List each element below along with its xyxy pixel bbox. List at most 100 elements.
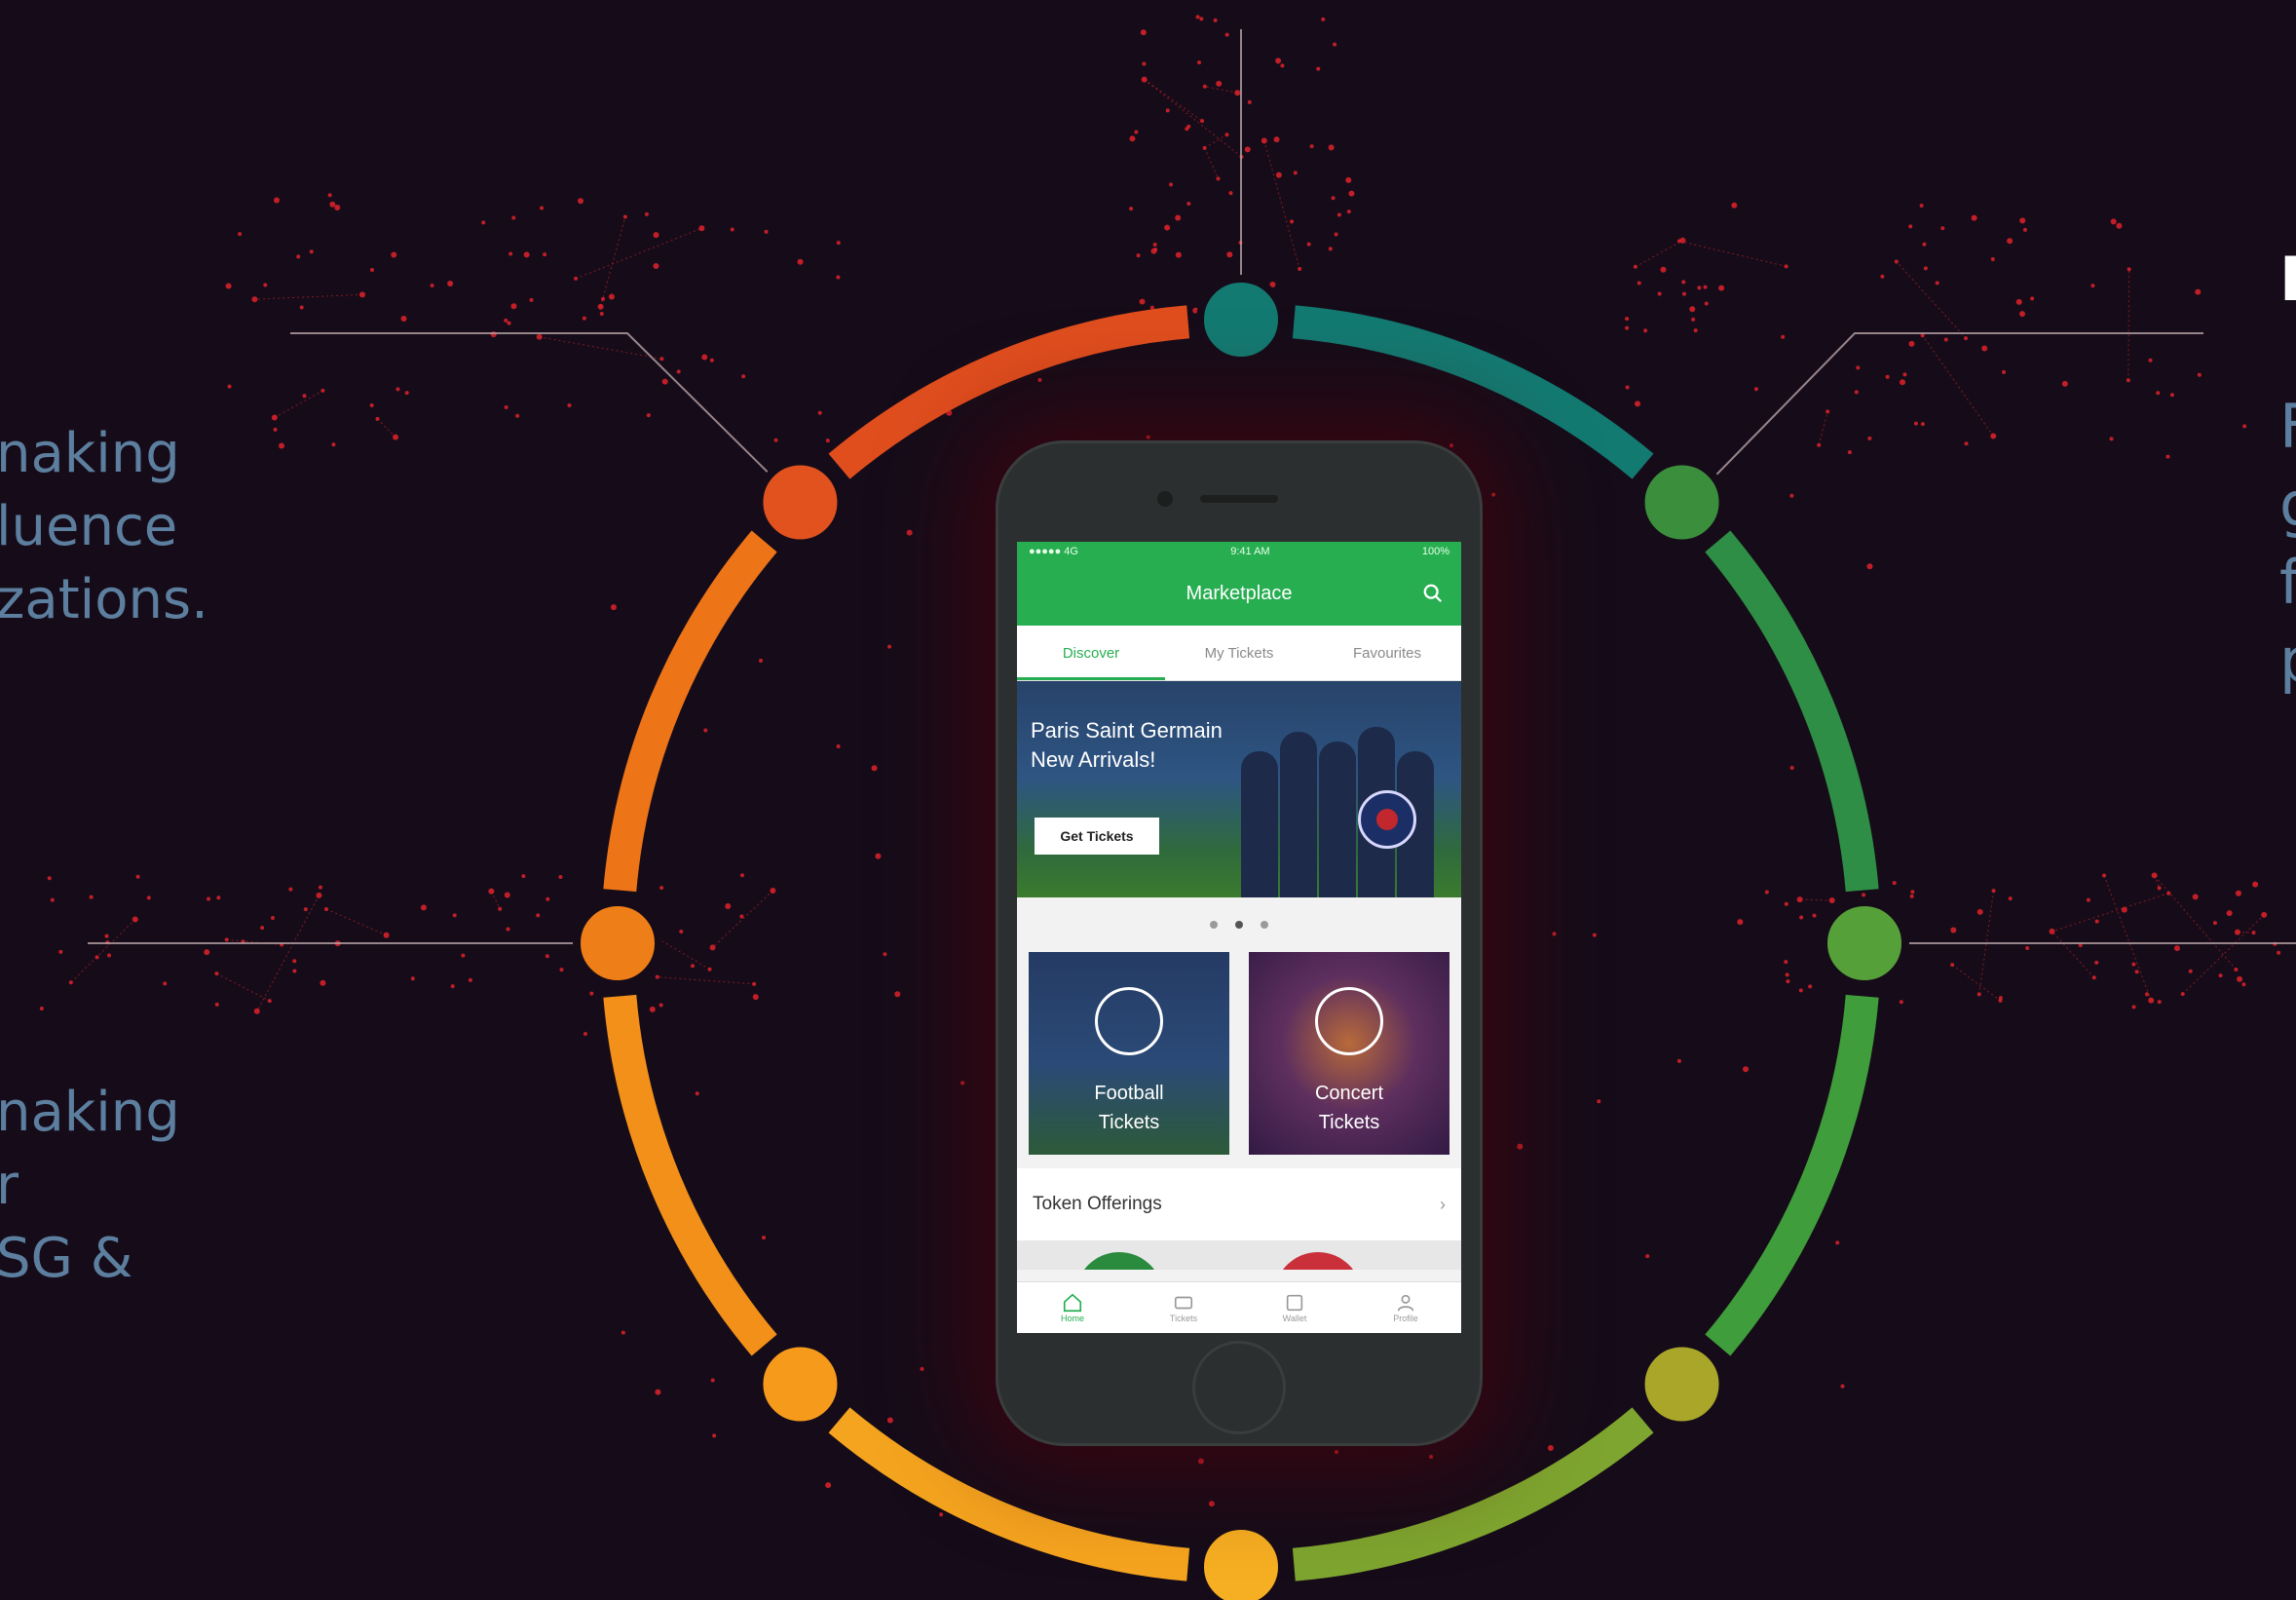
network-node	[659, 886, 664, 891]
network-link	[70, 919, 136, 983]
network-node	[1275, 171, 1282, 178]
network-node	[610, 604, 617, 611]
tab-discover[interactable]: Discover	[1017, 645, 1165, 662]
network-node	[375, 416, 380, 421]
network-node	[1273, 136, 1280, 143]
network-node	[1902, 372, 1907, 377]
token-offerings-header[interactable]: Token Offerings ›	[1017, 1168, 1461, 1240]
network-node	[655, 974, 659, 979]
carousel-dot-active[interactable]	[1235, 921, 1243, 929]
nav-tickets[interactable]: Tickets	[1128, 1282, 1239, 1333]
network-node	[599, 311, 604, 316]
network-node	[2019, 311, 2026, 318]
network-node	[273, 197, 280, 204]
network-node	[739, 873, 744, 878]
carousel-dot[interactable]	[1210, 921, 1218, 929]
network-node	[1854, 390, 1859, 395]
network-node	[1637, 281, 1641, 286]
network-link	[2103, 875, 2152, 1001]
network-node	[1976, 992, 1981, 997]
network-node	[331, 442, 336, 447]
network-node	[2188, 969, 2193, 973]
network-node	[2116, 222, 2123, 229]
concert-tickets-card[interactable]: Concert Tickets	[1249, 952, 1449, 1155]
network-node	[1862, 893, 1866, 897]
network-node	[515, 413, 520, 418]
network-node	[2252, 881, 2259, 888]
network-node	[817, 410, 822, 415]
network-node	[2144, 992, 2149, 997]
network-node	[939, 1512, 944, 1517]
network-node	[1908, 224, 1913, 229]
network-node	[238, 232, 243, 237]
concert-icon	[1315, 987, 1383, 1055]
network-node	[1909, 894, 1914, 898]
get-tickets-button[interactable]: Get Tickets	[1035, 818, 1159, 855]
chevron-right-icon[interactable]: ›	[1440, 1195, 1446, 1215]
ring-node	[755, 457, 846, 548]
network-node	[39, 1006, 44, 1010]
network-node	[836, 744, 841, 749]
network-node	[2237, 975, 2243, 982]
token-logo[interactable]	[1075, 1252, 1163, 1270]
category-cards: Football Tickets Concert Tickets	[1017, 952, 1461, 1155]
network-node	[691, 964, 696, 969]
nav-home[interactable]: Home	[1017, 1282, 1128, 1333]
network-node	[1799, 915, 1804, 920]
network-link	[274, 390, 323, 418]
network-node	[2226, 910, 2233, 917]
network-node	[773, 438, 778, 442]
network-node	[292, 959, 297, 964]
smartphone-mockup: ●●●●● 4G 9:41 AM 100% Marketplace Discov…	[996, 440, 1483, 1446]
network-node	[1216, 80, 1223, 87]
network-node	[2234, 967, 2239, 971]
network-node	[58, 949, 63, 954]
network-node	[273, 427, 278, 432]
network-node	[50, 897, 55, 902]
network-node	[583, 1032, 587, 1037]
network-node	[68, 980, 73, 985]
token-logo[interactable]	[1274, 1252, 1362, 1270]
football-tickets-card[interactable]: Football Tickets	[1029, 952, 1229, 1155]
network-node	[1228, 191, 1233, 196]
network-node	[960, 1081, 965, 1086]
network-link	[1263, 140, 1300, 270]
network-node	[1919, 203, 1924, 208]
network-node	[894, 991, 901, 998]
nav-profile[interactable]: Profile	[1350, 1282, 1461, 1333]
tab-my-tickets[interactable]: My Tickets	[1165, 645, 1313, 662]
network-node	[659, 357, 664, 362]
network-node	[511, 215, 516, 220]
network-node	[1657, 291, 1662, 296]
network-node	[1784, 960, 1788, 965]
network-node	[659, 1003, 663, 1008]
network-node	[323, 906, 328, 911]
network-node	[302, 394, 307, 399]
network-node	[1142, 61, 1147, 66]
network-node	[1691, 317, 1696, 322]
network-node	[488, 888, 495, 895]
network-node	[1826, 409, 1830, 414]
tab-favourites[interactable]: Favourites	[1313, 645, 1461, 662]
network-node	[410, 976, 415, 981]
search-icon[interactable]	[1422, 583, 1444, 604]
carousel-dot[interactable]	[1261, 921, 1268, 929]
ring-segment	[603, 994, 777, 1356]
home-button[interactable]	[1192, 1341, 1286, 1434]
network-node	[523, 251, 530, 258]
app-screen: ●●●●● 4G 9:41 AM 100% Marketplace Discov…	[1017, 542, 1461, 1333]
network-node	[709, 358, 714, 362]
network-node	[2218, 973, 2223, 978]
network-node	[506, 927, 510, 932]
network-node	[2030, 296, 2035, 301]
network-node	[701, 354, 708, 361]
network-node	[327, 193, 332, 198]
network-node	[1175, 214, 1182, 221]
network-node	[739, 914, 744, 919]
hero-banner[interactable]: Paris Saint Germain New Arrivals! Get Ti…	[1017, 681, 1461, 897]
network-node	[679, 929, 684, 933]
network-node	[214, 971, 219, 976]
nav-wallet[interactable]: Wallet	[1239, 1282, 1350, 1333]
network-node	[89, 895, 94, 899]
network-node	[887, 644, 892, 649]
